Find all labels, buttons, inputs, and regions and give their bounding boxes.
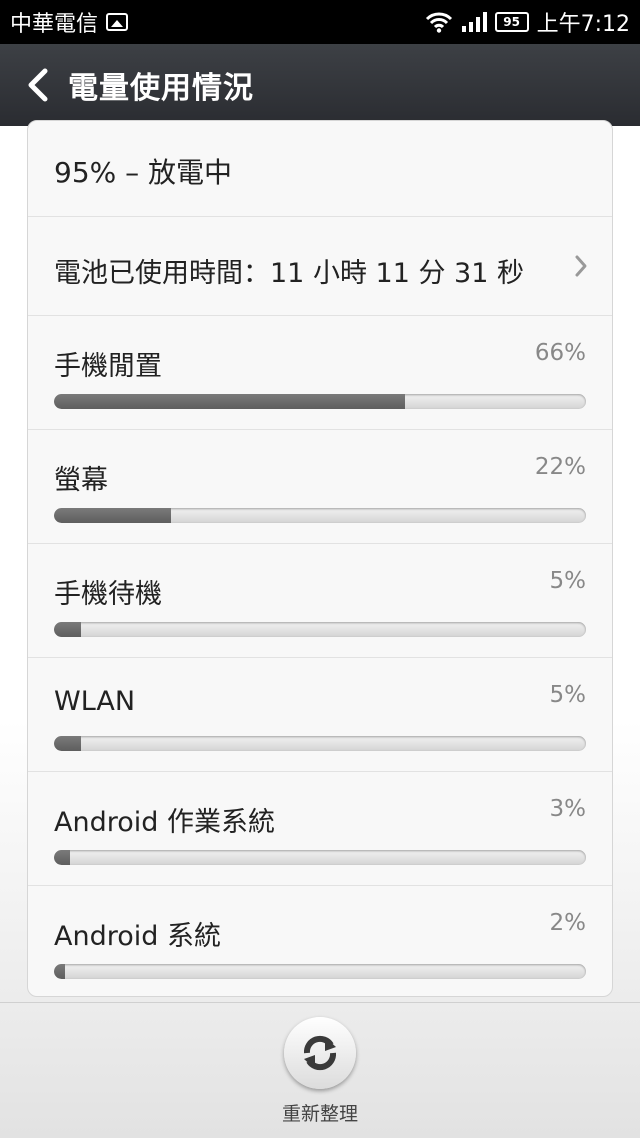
usage-bar-track [54, 964, 586, 979]
usage-bar-track [54, 622, 586, 637]
battery-status-row: 95% – 放電中 [28, 121, 612, 217]
usage-bar-fill [54, 964, 65, 979]
usage-item-percent: 22% [534, 454, 586, 480]
usage-bar-track [54, 394, 586, 409]
usage-bar-fill [54, 736, 81, 751]
usage-item-percent: 5% [549, 682, 587, 708]
refresh-label: 重新整理 [281, 1103, 358, 1125]
page-title: 電量使用情況 [68, 71, 254, 106]
battery-icon: 95 [494, 12, 529, 32]
title-bar: 電量使用情況 [0, 44, 640, 126]
image-notification-icon [106, 13, 129, 31]
usage-item-percent: 3% [549, 796, 587, 822]
usage-bar-track [54, 736, 586, 751]
battery-status-text: 95% – 放電中 [54, 156, 233, 189]
usage-item-name: 手機待機 [54, 579, 162, 610]
battery-usage-list: 95% – 放電中 電池已使用時間：11 小時 11 分 31 秒 手機閒置 6… [27, 120, 613, 997]
usage-item-percent: 5% [549, 568, 587, 594]
usage-bar-track [54, 850, 586, 865]
usage-item[interactable]: Android 系統 2% [28, 886, 612, 996]
usage-item-name: 手機閒置 [54, 351, 162, 382]
refresh-button[interactable] [284, 1017, 356, 1089]
usage-bar-track [54, 508, 586, 523]
status-bar: 中華電信 95 上午7:12 [0, 0, 640, 44]
usage-item-name: 螢幕 [54, 465, 108, 496]
usage-item[interactable]: Android 作業系統 3% [28, 772, 612, 886]
usage-bar-fill [54, 622, 81, 637]
clock: 上午7:12 [536, 12, 630, 37]
chevron-right-icon [575, 255, 587, 277]
back-button[interactable] [8, 44, 68, 126]
usage-item[interactable]: WLAN 5% [28, 658, 612, 772]
usage-item-name: WLAN [54, 686, 136, 717]
usage-item-name: Android 系統 [54, 921, 221, 952]
wifi-icon [425, 12, 452, 33]
usage-item-name: Android 作業系統 [54, 807, 275, 838]
refresh-icon [303, 1035, 337, 1071]
chevron-left-icon [28, 68, 48, 102]
usage-item[interactable]: 螢幕 22% [28, 430, 612, 544]
usage-item[interactable]: 手機待機 5% [28, 544, 612, 658]
usage-item-percent: 66% [534, 340, 586, 366]
bottom-action-bar: 重新整理 [0, 1002, 640, 1138]
carrier-name: 中華電信 [10, 12, 99, 37]
usage-bar-fill [54, 394, 406, 409]
signal-icon [461, 12, 487, 32]
battery-usage-time-text: 電池已使用時間：11 小時 11 分 31 秒 [54, 258, 524, 289]
battery-usage-time-row[interactable]: 電池已使用時間：11 小時 11 分 31 秒 [28, 217, 612, 316]
usage-bar-fill [54, 508, 172, 523]
usage-item-percent: 2% [549, 910, 587, 936]
usage-item[interactable]: 手機閒置 66% [28, 316, 612, 430]
usage-bar-fill [54, 850, 70, 865]
